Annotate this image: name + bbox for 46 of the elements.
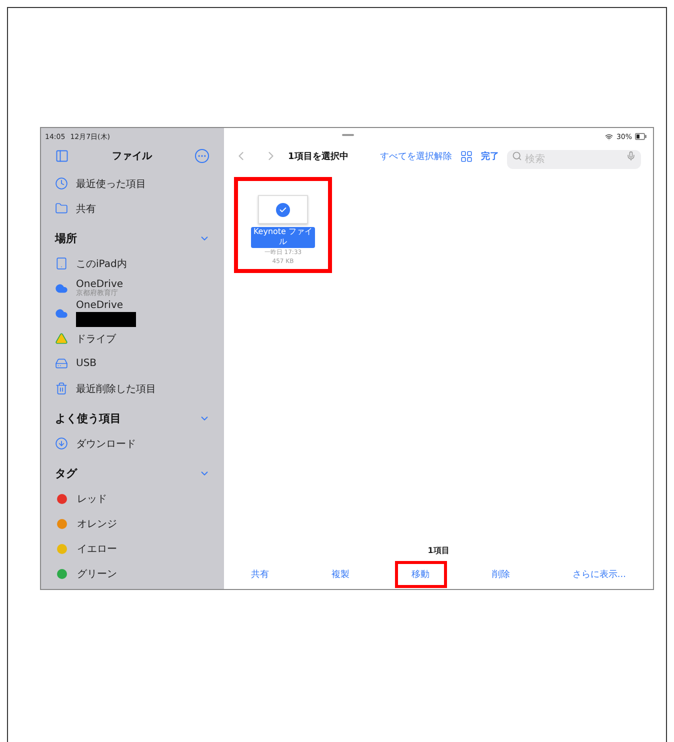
toolbar-action[interactable]: 削除 xyxy=(475,560,528,588)
triangle-icon xyxy=(55,332,68,345)
sidebar-title: ファイル xyxy=(112,150,152,163)
battery-icon xyxy=(635,133,647,140)
cloud-icon xyxy=(55,282,68,295)
section-title: 場所 xyxy=(55,230,77,246)
sidebar-toggle-icon[interactable] xyxy=(55,149,69,163)
selection-check-icon[interactable] xyxy=(276,202,290,216)
more-icon[interactable] xyxy=(195,149,209,163)
trash-icon xyxy=(55,382,68,395)
sidebar-item[interactable]: 最近削除した項目 xyxy=(76,382,156,396)
file-thumbnail[interactable] xyxy=(258,195,308,224)
deselect-all-link[interactable]: すべてを選択解除 xyxy=(380,150,452,162)
sidebar-item[interactable]: OneDrive xyxy=(76,300,136,311)
grabber-handle[interactable] xyxy=(342,134,354,136)
download-icon xyxy=(55,437,68,450)
sidebar-item[interactable]: 最近使った項目 xyxy=(76,176,146,190)
clock-icon xyxy=(55,177,68,190)
sidebar-item[interactable]: OneDrive xyxy=(76,279,124,290)
sidebar-item[interactable]: 共有 xyxy=(76,202,96,216)
folder-icon xyxy=(55,202,68,215)
done-button[interactable]: 完了 xyxy=(481,150,499,162)
toolbar-action[interactable]: 複製 xyxy=(314,560,366,588)
item-count: 1項目 xyxy=(428,544,450,556)
toolbar-action[interactable]: さらに表示... xyxy=(555,560,643,588)
sidebar-item[interactable]: ドライブ xyxy=(76,332,116,346)
microphone-icon[interactable] xyxy=(626,150,636,160)
sidebar-item[interactable]: USB xyxy=(76,358,97,369)
sidebar-item[interactable]: このiPad内 xyxy=(76,256,127,270)
file-name: Keynote ファイル xyxy=(251,227,315,248)
sidebar-item[interactable]: イエロー xyxy=(77,542,117,556)
grid-view-icon[interactable] xyxy=(460,150,473,162)
sidebar-item[interactable]: オレンジ xyxy=(77,516,117,530)
drive-icon xyxy=(55,357,68,370)
sidebar-item[interactable]: グリーン xyxy=(77,566,117,580)
sidebar-item[interactable]: レッド xyxy=(77,492,107,506)
search-icon xyxy=(512,150,522,160)
sidebar-item[interactable]: ダウンロード xyxy=(76,436,136,450)
toolbar-action[interactable]: 移動 xyxy=(394,560,447,588)
wifi-icon xyxy=(605,132,614,140)
toolbar-action[interactable]: 共有 xyxy=(234,560,286,588)
tablet-icon xyxy=(55,257,68,270)
cloud-icon xyxy=(55,307,68,320)
toolbar-title: 1項目を選択中 xyxy=(288,150,348,162)
section-title: タグ xyxy=(55,466,77,480)
section-title: よく使う項目 xyxy=(55,410,121,426)
